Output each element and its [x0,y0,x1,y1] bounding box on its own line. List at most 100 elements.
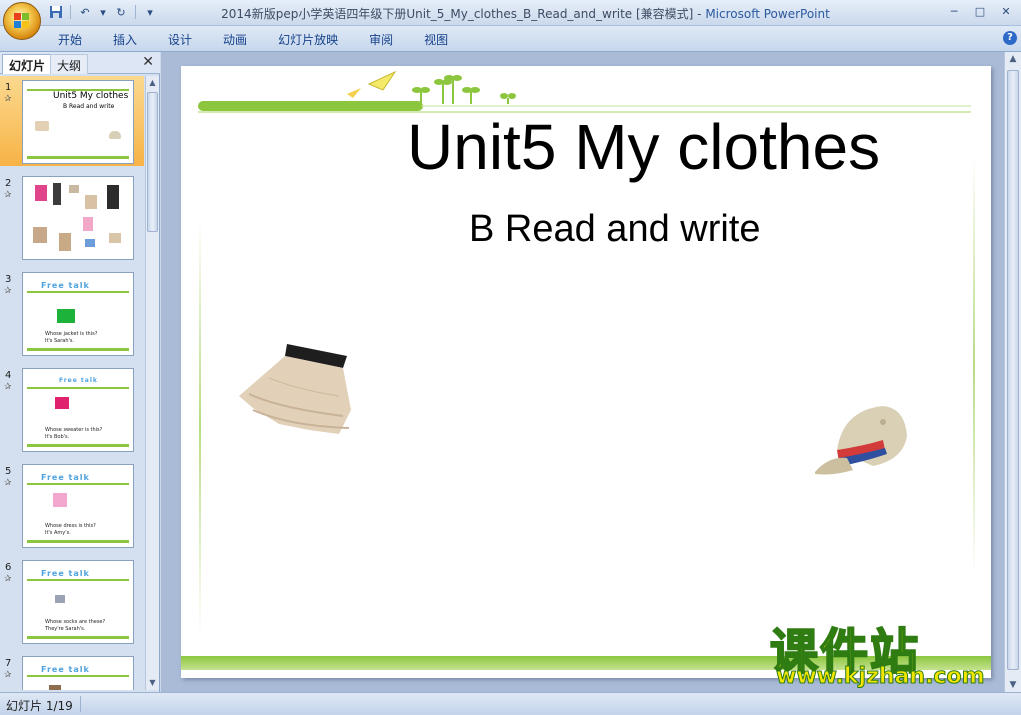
slide-number: 5 [5,466,12,477]
tab-slides[interactable]: 幻灯片 [2,54,53,74]
help-icon[interactable]: ? [1003,31,1017,45]
slide-canvas[interactable]: Unit5 My clothes B Read and write [181,66,991,678]
tab-design[interactable]: 设计 [168,31,192,48]
thumb-line: They're Sarah's. [45,626,86,632]
title-bar: ↶ ▾ ↻ ▾ 2014新版pep小学英语四年级下册Unit_5_My_clot… [0,0,1021,40]
slide-thumbnail[interactable]: Free talk Whose dress is this? It's Amy'… [22,464,134,548]
ribbon-tabs: 开始 插入 设计 动画 幻灯片放映 审阅 视图 [58,31,479,48]
clothes-image [107,185,119,209]
thumb-line: It's Bob's. [45,434,70,440]
app-name: Microsoft PowerPoint [705,7,830,21]
animation-star-icon: ✰ [4,286,12,296]
slide-thumbnail[interactable]: Free talk [22,656,134,690]
thumb-heading: Free talk [41,665,90,674]
thumbnail-scrollbar[interactable]: ▲ ▼ [145,76,159,690]
animation-star-icon: ✰ [4,94,12,104]
slides-pane: 幻灯片 大纲 ✕ 1 ✰ Unit5 My clothes B Read and… [0,52,160,692]
slide-thumbnails: 1 ✰ Unit5 My clothes B Read and write 2 … [0,76,144,690]
slide-number: 3 [5,274,12,285]
scroll-down-icon[interactable]: ▼ [146,676,159,690]
animation-star-icon: ✰ [4,478,12,488]
document-title: 2014新版pep小学英语四年级下册Unit_5_My_clothes_B_Re… [221,7,694,21]
maximize-button[interactable]: □ [969,2,991,20]
clothes-image [83,217,93,231]
slide-thumbnail[interactable]: Unit5 My clothes B Read and write [22,80,134,164]
scroll-up-icon[interactable]: ▲ [1005,54,1021,64]
thumb-heading: Free talk [59,377,98,384]
close-pane-icon[interactable]: ✕ [142,54,154,70]
slide-title[interactable]: Unit5 My clothes [407,110,880,184]
close-button[interactable]: ✕ [995,2,1017,20]
decor-line [27,156,129,159]
decor-left-line [199,216,201,636]
decor-line [27,579,129,581]
title-dash: - [693,7,706,21]
scroll-up-icon[interactable]: ▲ [146,76,159,90]
clothes-image [53,183,61,205]
tab-view[interactable]: 视图 [424,31,448,48]
slide-counter: 幻灯片 1/19 [6,699,73,713]
slide-number: 1 [5,82,12,93]
slide-scrollbar[interactable]: ▲ ▼ [1004,52,1021,692]
slide-thumb-row[interactable]: 6 ✰ Free talk Whose socks are these? The… [0,556,144,646]
slide-thumb-row[interactable]: 7 ✰ Free talk [0,652,144,690]
skirt-image[interactable] [239,338,359,438]
slide-thumb-row[interactable]: 2 ✰ [0,172,144,262]
window-title: 2014新版pep小学英语四年级下册Unit_5_My_clothes_B_Re… [0,5,1021,22]
tab-slideshow[interactable]: 幻灯片放映 [278,31,338,48]
decor-right-line [973,156,975,576]
slide-number: 6 [5,562,12,573]
tab-outline[interactable]: 大纲 [50,54,89,74]
decor-line [27,540,129,543]
slide-number: 7 [5,658,12,669]
decor-line [27,444,129,447]
clothes-image [109,233,121,243]
pane-tabs: 幻灯片 大纲 ✕ [0,52,160,74]
animation-star-icon: ✰ [4,670,12,680]
decor-line [27,387,129,389]
cap-image[interactable] [813,400,913,480]
office-button[interactable] [3,2,41,40]
tab-insert[interactable]: 插入 [113,31,137,48]
thumb-line: Whose jacket is this? [45,331,98,337]
thumb-title: Unit5 My clothes [53,91,129,101]
slide-editor: Unit5 My clothes B Read and write ▲ ▼ [161,52,1021,692]
slide-thumbnail[interactable]: Free talk Whose socks are these? They're… [22,560,134,644]
skirt-image [35,121,49,131]
scrollbar-thumb[interactable] [1007,70,1019,670]
slide-thumbnail[interactable]: Free talk Whose jacket is this? It's Sar… [22,272,134,356]
slide-thumb-row[interactable]: 1 ✰ Unit5 My clothes B Read and write [0,76,144,166]
clothes-image [49,685,61,690]
status-bar: 幻灯片 1/19 [0,692,1021,715]
window-controls: ─ □ ✕ [943,2,1017,20]
decor-line [27,675,129,677]
clothes-image [85,239,95,247]
scrollbar-thumb[interactable] [147,92,158,232]
slide-number: 2 [5,178,12,189]
slide-thumb-row[interactable]: 4 ✰ Free talk Whose sweater is this? It'… [0,364,144,454]
slide-subtitle[interactable]: B Read and write [469,208,761,251]
watermark-url: www.kjzhan.com [776,664,986,690]
decor-line [27,291,129,293]
clothes-image [85,195,97,209]
office-logo-icon [14,13,30,29]
slide-thumbnail[interactable] [22,176,134,260]
clothes-image [33,227,47,243]
animation-star-icon: ✰ [4,382,12,392]
cap-image [109,131,121,139]
slide-thumb-row[interactable]: 5 ✰ Free talk Whose dress is this? It's … [0,460,144,550]
tab-home[interactable]: 开始 [58,31,82,48]
minimize-button[interactable]: ─ [943,2,965,20]
tab-animations[interactable]: 动画 [223,31,247,48]
slide-number: 4 [5,370,12,381]
decor-line [27,483,129,485]
jacket-image [57,309,75,323]
tab-review[interactable]: 审阅 [369,31,393,48]
slide-thumbnail[interactable]: Free talk Whose sweater is this? It's Bo… [22,368,134,452]
slide-thumb-row[interactable]: 3 ✰ Free talk Whose jacket is this? It's… [0,268,144,358]
clothes-image [35,185,47,201]
thumb-line: It's Amy's. [45,530,71,536]
thumb-heading: Free talk [41,281,90,290]
thumb-line: Whose sweater is this? [45,427,103,433]
clothes-image [69,185,79,193]
